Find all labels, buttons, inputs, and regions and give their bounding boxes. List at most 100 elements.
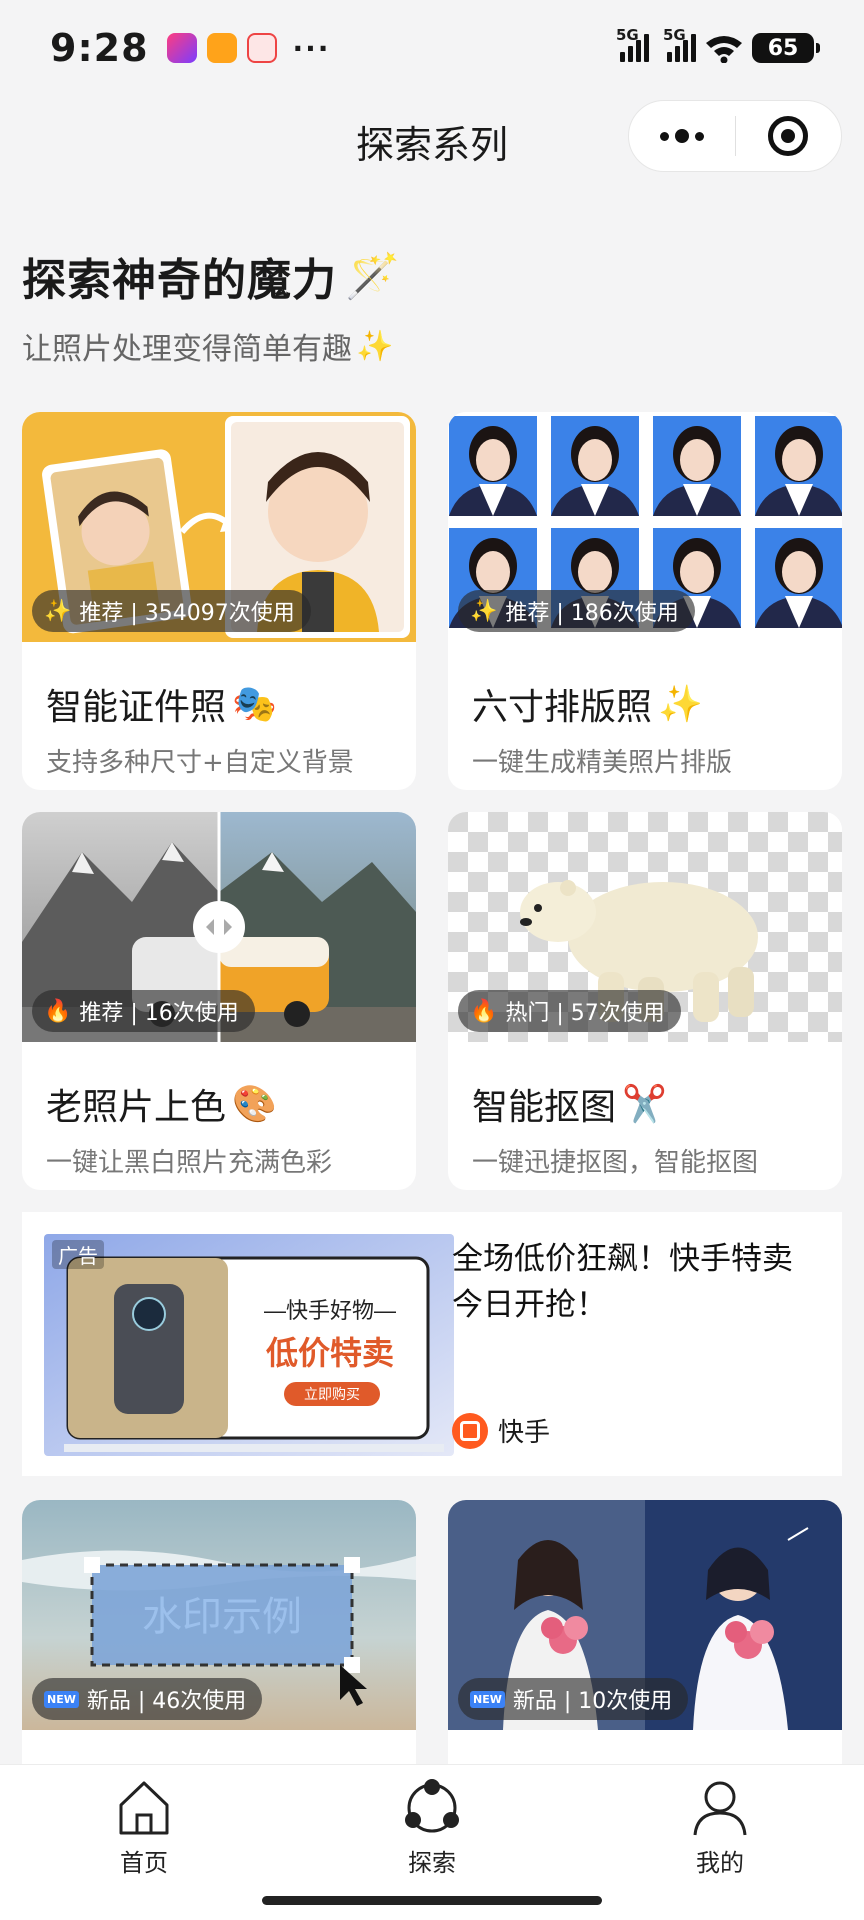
- card-title-text: 六寸排版照: [472, 687, 653, 728]
- id-photo-thumb: [653, 416, 741, 516]
- ad-image-button: 立即购买: [304, 1386, 360, 1402]
- status-time: 9:28: [50, 26, 149, 70]
- card-description: 一键生成精美照片排版: [472, 748, 733, 778]
- card-title: [472, 1730, 818, 1766]
- home-icon: [119, 1781, 169, 1835]
- card-layout-photo[interactable]: ✨ 推荐 | 186次使用 六寸排版照 ✨ 一键生成精美照片排版: [448, 412, 842, 790]
- tab-profile[interactable]: 我的: [576, 1765, 864, 1920]
- close-button[interactable]: [736, 101, 842, 171]
- usage-badge: NEW 新品 | 46次使用: [32, 1678, 263, 1720]
- hero-subtitle-text: 让照片处理变得简单有趣: [22, 332, 352, 367]
- badge-text: 热门 | 57次使用: [505, 1001, 665, 1026]
- card-cutout[interactable]: 🔥 热门 | 57次使用 智能抠图 ✂️ 一键迅捷抠图，智能抠图: [448, 812, 842, 1190]
- hero-title: 探索神奇的魔力 🪄: [22, 244, 401, 308]
- scissors-icon: ✂️: [622, 1084, 667, 1125]
- card-title-text: 智能抠图: [472, 1087, 617, 1128]
- signal-label: 5G: [616, 26, 639, 44]
- cell-signal-icon-2: 5G: [663, 26, 696, 62]
- battery-icon: 65: [752, 33, 820, 63]
- mini-program-capsule: [628, 100, 842, 172]
- more-button[interactable]: [629, 101, 735, 171]
- ad-banner[interactable]: —快手好物— 低价特卖 立即购买 广告 全场低价狂飙！快手特卖今日开抢！ 快手: [22, 1212, 842, 1476]
- ad-image-brand: —快手好物—: [264, 1298, 396, 1323]
- system-indicators: 5G 5G 65: [616, 26, 820, 63]
- sparkles-icon: ✨: [470, 598, 498, 624]
- shop-app-icon: [206, 33, 237, 63]
- card-title-text: 老照片上色: [46, 1087, 227, 1128]
- card-title: 老照片上色 🎨: [46, 1042, 392, 1130]
- id-photo-thumb: [755, 416, 842, 516]
- badge-text: 新品 | 10次使用: [512, 1689, 673, 1714]
- card-id-photo[interactable]: ✨ 推荐 | 354097次使用 智能证件照 🎭 支持多种尺寸+自定义背景: [22, 412, 416, 790]
- card-description: 一键让黑白照片充满色彩: [46, 1148, 333, 1178]
- card-title: 六寸排版照 ✨: [472, 642, 818, 730]
- signal-label-2: 5G: [663, 26, 686, 44]
- ad-headline[interactable]: 全场低价狂飙！快手特卖今日开抢！: [452, 1236, 812, 1328]
- ad-image-title: 低价特卖: [266, 1335, 394, 1371]
- card-title: 智能证件照 🎭: [46, 642, 392, 730]
- watermark-sample-text: 水印示例: [142, 1595, 302, 1639]
- tab-explore-label: 探索: [408, 1849, 456, 1877]
- ad-label: 广告: [52, 1240, 104, 1269]
- id-photo-thumb: [755, 528, 842, 628]
- usage-badge: 🔥 推荐 | 16次使用: [32, 990, 255, 1032]
- new-icon: NEW: [44, 1690, 79, 1708]
- nav-bar: 探索系列: [0, 96, 864, 176]
- battery-level: 65: [767, 35, 799, 61]
- video-app-icon: [166, 33, 197, 63]
- palette-icon: 🎨: [232, 1084, 277, 1125]
- tab-profile-label: 我的: [696, 1849, 744, 1877]
- card-title: [46, 1730, 392, 1766]
- sparkles-icon: ✨: [356, 328, 394, 364]
- card-body: 老照片上色 🎨 一键让黑白照片充满色彩: [22, 1042, 416, 1190]
- card-body: 智能证件照 🎭 支持多种尺寸+自定义背景: [22, 642, 416, 790]
- hero-section: 探索神奇的魔力 🪄 让照片处理变得简单有趣 ✨: [22, 244, 401, 368]
- badge-text: 新品 | 46次使用: [86, 1689, 247, 1714]
- ad-product-illustration: —快手好物— 低价特卖 立即购买: [44, 1234, 454, 1456]
- status-bar: 9:28 ··· 5G 5G 65: [0, 0, 864, 96]
- fire-icon: 🔥: [44, 998, 72, 1024]
- notification-icons: ···: [166, 31, 331, 65]
- card-image: 🔥 热门 | 57次使用: [448, 812, 842, 1042]
- id-photo-thumb: [449, 416, 537, 516]
- ad-image[interactable]: —快手好物— 低价特卖 立即购买 广告: [44, 1234, 454, 1456]
- card-image: ✨ 推荐 | 186次使用: [448, 412, 842, 642]
- sparkles-icon: ✨: [658, 684, 703, 725]
- card-title-text: 智能证件照: [46, 687, 227, 728]
- profile-icon: [693, 1781, 747, 1836]
- usage-badge: ✨ 推荐 | 186次使用: [458, 590, 695, 632]
- card-image: NEW 新品 | 10次使用: [448, 1500, 842, 1730]
- home-indicator[interactable]: [262, 1896, 602, 1905]
- hero-title-text: 探索神奇的魔力: [22, 255, 337, 306]
- card-body: 智能抠图 ✂️ 一键迅捷抠图，智能抠图: [448, 1042, 842, 1190]
- tab-home[interactable]: 首页: [0, 1765, 288, 1920]
- news-app-icon: [246, 33, 277, 63]
- id-photo-thumb: [551, 416, 639, 516]
- usage-badge: ✨ 推荐 | 354097次使用: [32, 590, 311, 632]
- usage-badge: 🔥 热门 | 57次使用: [458, 990, 681, 1032]
- fire-icon: 🔥: [470, 998, 498, 1024]
- badge-text: 推荐 | 354097次使用: [79, 601, 295, 626]
- target-close-icon: [768, 116, 809, 156]
- kuaishou-logo-icon: [452, 1412, 488, 1449]
- card-title: 智能抠图 ✂️: [472, 1042, 818, 1130]
- sparkles-icon: ✨: [44, 598, 72, 624]
- explore-icon: [405, 1779, 459, 1833]
- explore-page: 9:28 ··· 5G 5G 65 探索系列 探索神奇的魔力 🪄 让照片处理变得…: [0, 0, 864, 1920]
- card-body: 六寸排版照 ✨ 一键生成精美照片排版: [448, 642, 842, 790]
- more-notifications-icon: ···: [292, 31, 331, 65]
- card-image: 🔥 推荐 | 16次使用: [22, 812, 416, 1042]
- card-colorize[interactable]: 🔥 推荐 | 16次使用 老照片上色 🎨 一键让黑白照片充满色彩: [22, 812, 416, 1190]
- ad-brand[interactable]: 快手: [452, 1412, 550, 1449]
- magic-wand-icon: 🪄: [345, 251, 401, 302]
- badge-text: 推荐 | 186次使用: [505, 601, 679, 626]
- card-description: 支持多种尺寸+自定义背景: [46, 748, 354, 778]
- more-dots-icon: [659, 129, 704, 143]
- new-icon: NEW: [470, 1690, 505, 1708]
- card-image: ✨ 推荐 | 354097次使用: [22, 412, 416, 642]
- cell-signal-icon: 5G: [616, 26, 649, 62]
- ad-brand-name: 快手: [498, 1418, 551, 1448]
- usage-badge: NEW 新品 | 10次使用: [458, 1678, 689, 1720]
- card-description: 一键迅捷抠图，智能抠图: [472, 1148, 759, 1178]
- masks-icon: 🎭: [232, 684, 277, 725]
